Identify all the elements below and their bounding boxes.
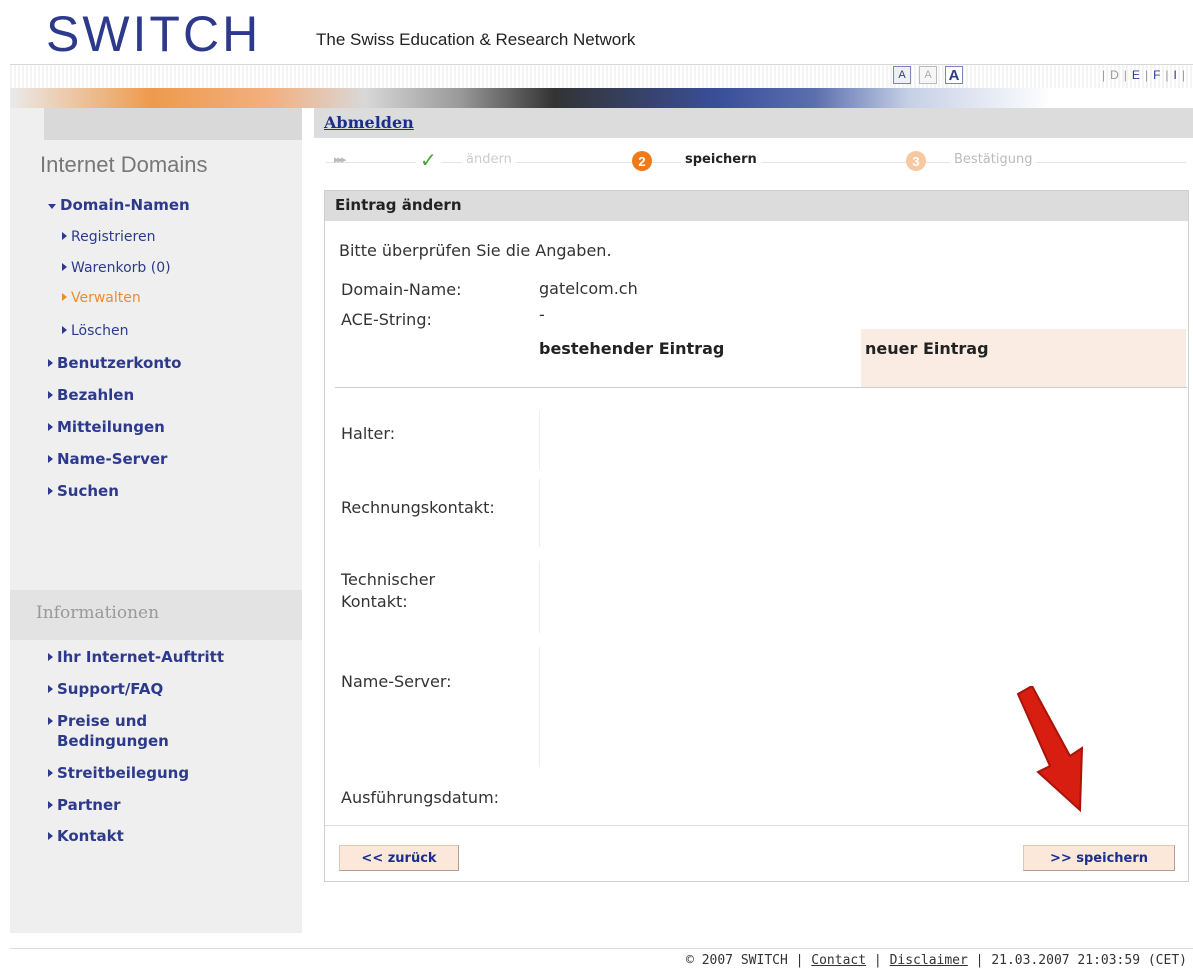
caret-right-icon [48, 801, 53, 809]
disclaimer-link[interactable]: Disclaimer [890, 953, 968, 968]
nav-preise-line2[interactable]: Bedingungen [57, 732, 169, 750]
panel-footer-rule [325, 825, 1188, 826]
info-section-title: Informationen [36, 603, 160, 623]
nav-registrieren[interactable]: Registrieren [62, 229, 155, 245]
caret-right-icon [62, 263, 67, 271]
caret-right-icon [62, 232, 67, 240]
rechnungskontakt-label: Rechnungskontakt: [341, 498, 495, 517]
font-size-switcher: A A A [893, 66, 963, 84]
nav-benutzerkonto[interactable]: Benutzerkonto [48, 354, 181, 372]
tagline: The Swiss Education & Research Network [316, 30, 636, 49]
logout-link[interactable]: Abmelden [324, 113, 414, 132]
font-size-small-button[interactable]: A [893, 66, 911, 84]
steps-start-arrows-icon: ▸▸▸ [334, 153, 347, 166]
caret-right-icon [48, 359, 53, 367]
lang-d-link[interactable]: D [1110, 68, 1119, 82]
panel-title: Eintrag ändern [325, 191, 1188, 221]
technischer-kontakt-label-1: Technischer [341, 570, 436, 589]
nav-partner[interactable]: Partner [48, 796, 121, 814]
nav-bezahlen[interactable]: Bezahlen [48, 386, 134, 404]
caret-right-icon [48, 832, 53, 840]
caret-right-icon [48, 455, 53, 463]
nav-preise[interactable]: Preise und [48, 712, 147, 730]
existing-entry-header: bestehender Eintrag [539, 339, 725, 358]
step-done-label: ändern [462, 152, 516, 167]
new-entry-column-highlight [861, 329, 1186, 387]
intro-text: Bitte überprüfen Sie die Angaben. [339, 241, 612, 260]
caret-right-icon [48, 717, 53, 725]
back-button[interactable]: << zurück [339, 845, 459, 871]
domain-name-value: gatelcom.ch [539, 279, 638, 298]
step-3-circle: 3 [906, 151, 926, 171]
nav-support-faq[interactable]: Support/FAQ [48, 680, 163, 698]
caret-right-icon [62, 293, 67, 301]
header-color-bar [10, 88, 1193, 108]
language-switcher: | D | E | F | I | [1102, 68, 1185, 82]
ace-string-label: ACE-String: [341, 310, 432, 329]
page-footer: © 2007 SWITCH | Contact | Disclaimer | 2… [686, 953, 1187, 968]
page-footer-rule [10, 948, 1193, 949]
halter-label: Halter: [341, 424, 396, 443]
red-arrow-annotation-icon [1016, 686, 1084, 813]
logout-bar [314, 108, 1193, 138]
nav-verwalten[interactable]: Verwalten [62, 290, 141, 306]
step-2-circle: 2 [632, 151, 652, 171]
domain-name-label: Domain-Name: [341, 280, 462, 299]
step-current-label: speichern [681, 152, 761, 167]
nav-warenkorb[interactable]: Warenkorb (0) [62, 260, 171, 276]
nav-internet-auftritt[interactable]: Ihr Internet-Auftritt [48, 648, 224, 666]
caret-right-icon [48, 653, 53, 661]
caret-right-icon [48, 423, 53, 431]
switch-logo[interactable]: SWITCH [46, 4, 261, 64]
ausfuehrungsdatum-label: Ausführungsdatum: [341, 788, 500, 807]
technischer-kontakt-label-2: Kontakt: [341, 592, 408, 611]
nav-domain-namen[interactable]: Domain-Namen [48, 196, 190, 214]
caret-right-icon [62, 326, 67, 334]
caret-down-icon [48, 204, 56, 209]
table-divider [335, 387, 1187, 388]
nav-mitteilungen[interactable]: Mitteilungen [48, 418, 165, 436]
name-server-label: Name-Server: [341, 672, 452, 691]
caret-right-icon [48, 769, 53, 777]
nav-name-server[interactable]: Name-Server [48, 450, 167, 468]
sidebar-title: Internet Domains [40, 152, 208, 177]
font-size-large-button[interactable]: A [945, 66, 963, 84]
contact-link[interactable]: Contact [811, 953, 866, 968]
new-entry-header: neuer Eintrag [865, 339, 989, 358]
lang-f-link[interactable]: F [1153, 68, 1160, 82]
save-button[interactable]: >> speichern [1023, 845, 1175, 871]
caret-right-icon [48, 391, 53, 399]
nav-suchen[interactable]: Suchen [48, 482, 119, 500]
step-future-label: Bestätigung [950, 152, 1037, 167]
timestamp: | 21.03.2007 21:03:59 (CET) [975, 953, 1187, 968]
nav-streitbeilegung[interactable]: Streitbeilegung [48, 764, 189, 782]
lang-e-link[interactable]: E [1132, 68, 1140, 82]
caret-right-icon [48, 487, 53, 495]
font-size-medium-button[interactable]: A [919, 66, 937, 84]
caret-right-icon [48, 685, 53, 693]
nav-kontakt[interactable]: Kontakt [48, 827, 124, 845]
header-rule [10, 64, 1193, 88]
checkmark-icon: ✓ [416, 148, 441, 172]
sidebar-top-band [44, 108, 302, 140]
nav-loeschen[interactable]: Löschen [62, 323, 128, 339]
progress-steps: ▸▸▸ ✓ ändern 2 speichern 3 Bestätigung [326, 148, 1188, 174]
lang-i-link[interactable]: I [1174, 68, 1177, 82]
ace-string-value: - [539, 305, 545, 324]
